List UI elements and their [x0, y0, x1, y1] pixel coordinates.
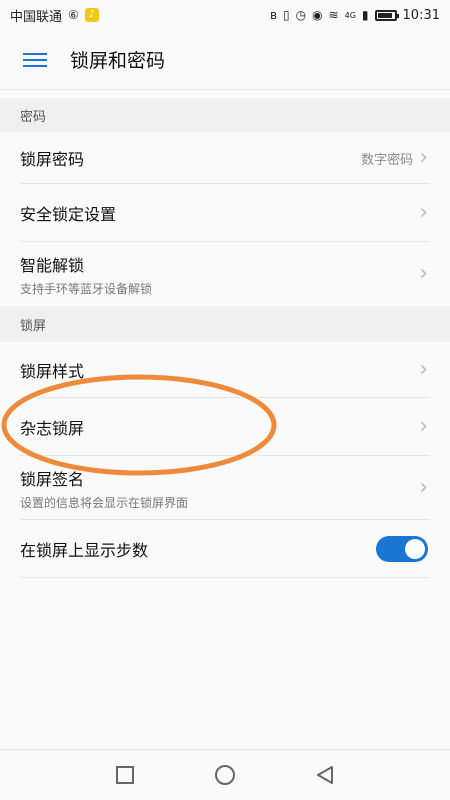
lock-screen-style-item[interactable]: 锁屏样式 › — [0, 342, 450, 398]
wifi-icon: ≋ — [328, 8, 339, 22]
home-button[interactable] — [205, 755, 245, 795]
status-bar: 中国联通 ⑥ ♪ ʙ ▯ ◷ ◉ ≋ 4G ▮ 10:31 — [0, 0, 450, 30]
show-steps-item: 在锁屏上显示步数 — [0, 520, 450, 578]
item-title: 在锁屏上显示步数 — [20, 541, 149, 560]
item-title: 锁屏签名 — [20, 469, 85, 489]
smart-unlock-item[interactable]: 智能解锁 支持手环等蓝牙设备解锁 › — [0, 242, 450, 306]
navigation-bar — [0, 749, 450, 800]
recent-apps-button[interactable] — [105, 755, 145, 795]
chevron-right-icon: › — [419, 475, 428, 500]
item-title: 锁屏样式 — [20, 362, 85, 381]
toggle-knob — [405, 539, 425, 559]
item-subtitle: 支持手环等蓝牙设备解锁 — [20, 281, 153, 296]
lock-screen-password-item[interactable]: 锁屏密码 数字密码 › — [0, 132, 450, 184]
chevron-right-icon: › — [419, 145, 428, 170]
item-title: 杂志锁屏 — [20, 419, 85, 438]
notification-badge-icon: ♪ — [84, 8, 99, 22]
lock-screen-signature-item[interactable]: 锁屏签名 设置的信息将会显示在锁屏界面 › — [0, 456, 450, 520]
chevron-right-icon: › — [419, 261, 428, 286]
circle-icon — [215, 765, 235, 785]
bluetooth-icon: ʙ — [270, 8, 277, 22]
vibrate-icon: ▯ — [282, 8, 290, 22]
alarm-icon: ◷ — [295, 8, 307, 22]
chevron-right-icon: › — [419, 357, 428, 382]
menu-icon[interactable] — [23, 51, 47, 69]
section-header-lock-screen: 锁屏 — [0, 306, 450, 342]
section-header-password: 密码 — [0, 98, 450, 132]
chevron-right-icon: › — [419, 414, 428, 439]
network-type-label: 4G — [344, 10, 356, 20]
item-title: 锁屏密码 — [20, 150, 85, 169]
eye-comfort-icon: ◉ — [312, 8, 323, 22]
square-icon — [116, 766, 134, 784]
battery-icon — [374, 9, 399, 21]
carrier-label: 中国联通 — [10, 9, 63, 25]
item-title: 智能解锁 — [20, 255, 85, 275]
signal-icon: ▮ — [361, 8, 369, 22]
clock: 10:31 — [402, 7, 440, 23]
hd-call-icon: ⑥ — [68, 8, 79, 22]
status-bar-left: 中国联通 ⑥ ♪ — [10, 6, 99, 25]
back-triangle-icon — [317, 766, 333, 784]
status-bar-right: ʙ ▯ ◷ ◉ ≋ 4G ▮ 10:31 — [270, 8, 440, 23]
show-steps-toggle[interactable] — [376, 536, 428, 562]
item-title: 安全锁定设置 — [20, 205, 117, 224]
magazine-lock-screen-item[interactable]: 杂志锁屏 › — [0, 398, 450, 456]
app-bar: 锁屏和密码 — [0, 30, 450, 90]
page-title: 锁屏和密码 — [70, 50, 166, 72]
back-button[interactable] — [305, 755, 345, 795]
battery-level — [377, 12, 392, 18]
chevron-right-icon: › — [419, 200, 428, 225]
item-value: 数字密码 — [361, 152, 414, 168]
item-subtitle: 设置的信息将会显示在锁屏界面 — [20, 495, 189, 510]
security-lock-settings-item[interactable]: 安全锁定设置 › — [0, 184, 450, 242]
